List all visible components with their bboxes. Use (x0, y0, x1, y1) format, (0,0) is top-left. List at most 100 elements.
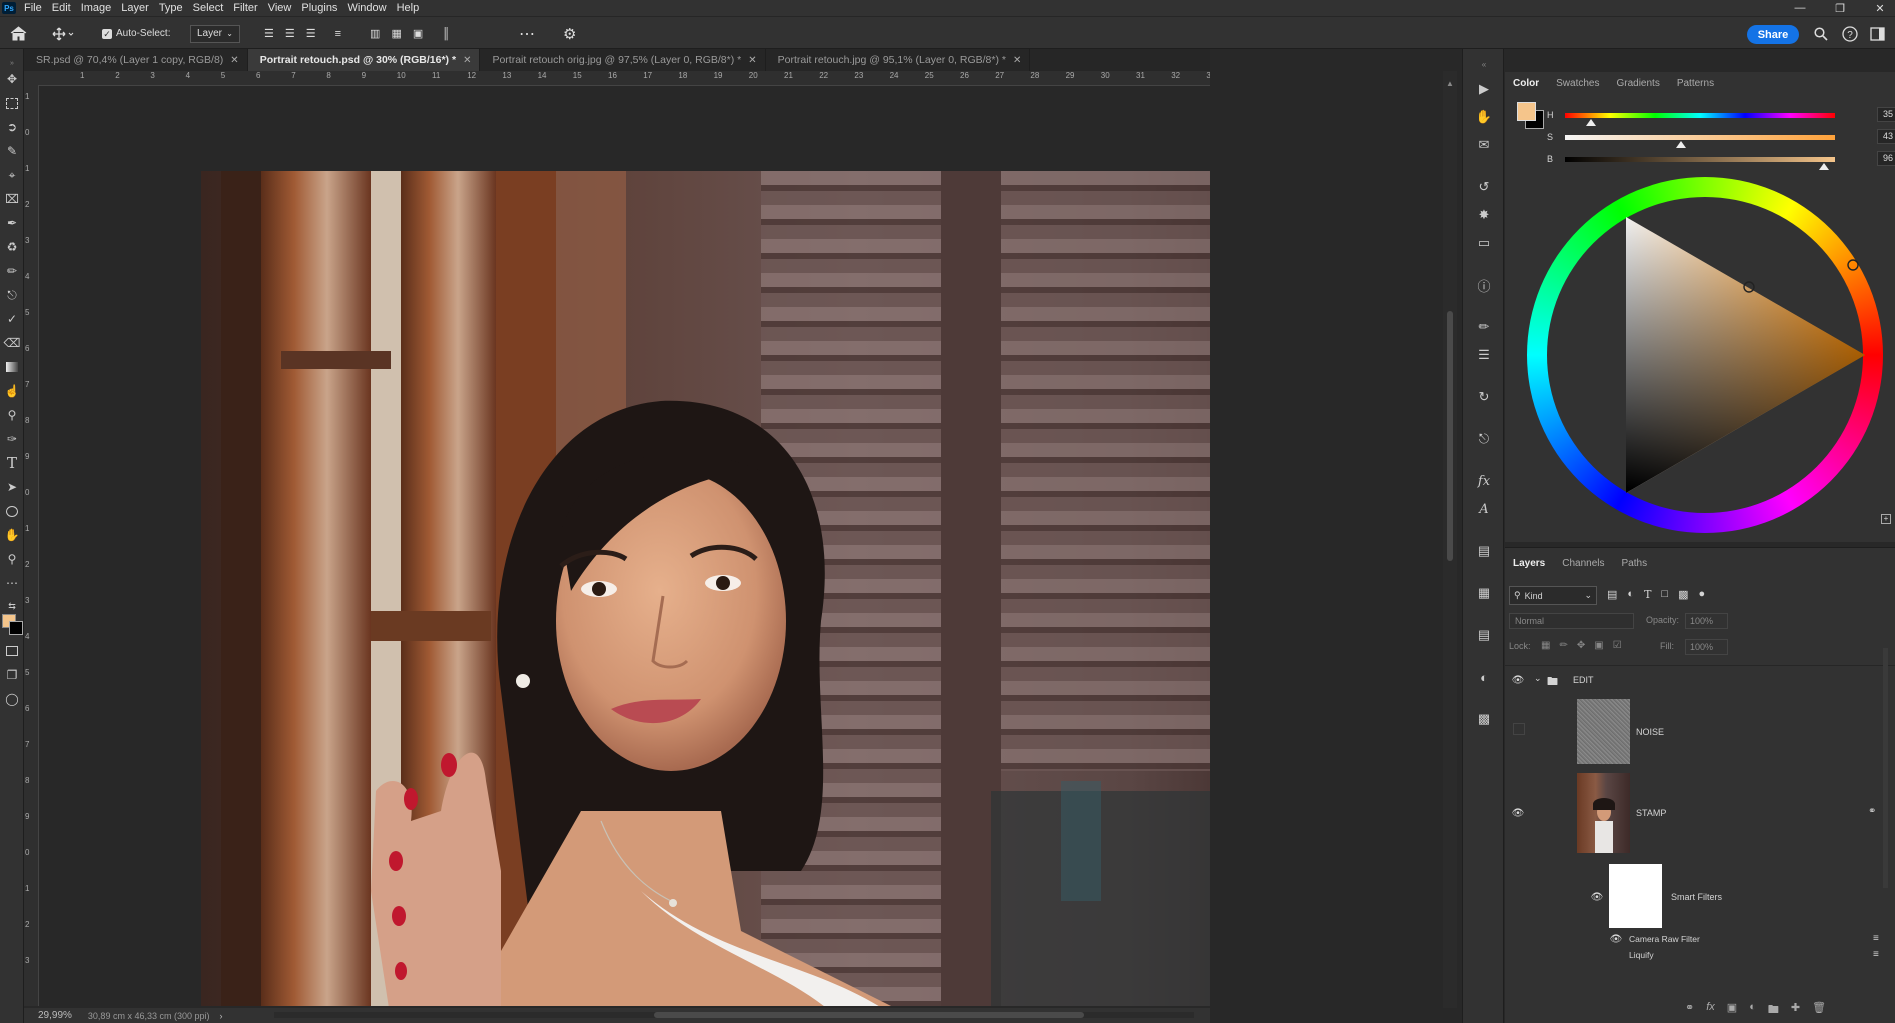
dodge-tool-icon[interactable]: ⚲ (2, 405, 22, 425)
document-tab[interactable]: Portrait retouch.jpg @ 95,1% (Layer 0, R… (766, 49, 1031, 71)
pen-tool-icon[interactable]: ✑ (2, 429, 22, 449)
opacity-field[interactable]: 100% (1685, 613, 1728, 629)
clone-stamp-tool-icon[interactable]: ⎋ (2, 285, 22, 305)
properties-icon[interactable]: ▦ (1474, 583, 1494, 603)
search-icon[interactable] (1814, 17, 1828, 50)
tab-gradients[interactable]: Gradients (1616, 78, 1659, 89)
collapse-panels-icon[interactable]: « (1474, 54, 1494, 74)
notes-icon[interactable]: ▤ (1474, 541, 1494, 561)
document-tab-active[interactable]: Portrait retouch.psd @ 30% (RGB/16*) * ✕ (247, 49, 481, 71)
adjustments-icon[interactable]: ◐ (1474, 667, 1494, 687)
filter-shape-icon[interactable]: □ (1661, 588, 1668, 601)
canvas-area[interactable] (39, 86, 1210, 1006)
auto-select-checkbox[interactable]: ✓ Auto-Select: (102, 17, 170, 50)
align-top-icon[interactable]: ▥ (370, 27, 380, 40)
menu-layer[interactable]: Layer (121, 2, 149, 14)
tab-layers[interactable]: Layers (1513, 558, 1545, 569)
new-group-icon[interactable]: 🖿 (1768, 1001, 1779, 1020)
brush-settings-icon[interactable]: ✸ (1474, 205, 1494, 225)
close-tab-icon[interactable]: ✕ (230, 55, 238, 66)
menu-select[interactable]: Select (193, 2, 224, 14)
menu-view[interactable]: View (268, 2, 292, 14)
info-icon[interactable]: ⓘ (1474, 275, 1494, 295)
zoom-level[interactable]: 29,99% (38, 1010, 72, 1021)
image-assets-icon[interactable]: ▩ (1474, 709, 1494, 729)
saturation-slider-handle[interactable] (1676, 141, 1687, 148)
libraries-icon[interactable]: ▤ (1474, 625, 1494, 645)
align-bottom-icon[interactable]: ▣ (413, 27, 423, 40)
distribute-icon[interactable]: ≡ (335, 28, 341, 40)
menu-type[interactable]: Type (159, 2, 183, 14)
visibility-eye-icon[interactable]: 👁 (1590, 892, 1604, 903)
distribute-vertical-icon[interactable]: ║ (442, 28, 450, 40)
lock-transparent-icon[interactable]: ▦ (1541, 640, 1550, 651)
filter-adjustment-icon[interactable]: ◐ (1627, 588, 1634, 601)
brightness-slider-handle[interactable] (1819, 163, 1830, 170)
align-center-icon[interactable]: ☰ (285, 27, 295, 40)
gear-icon[interactable]: ⚙ (563, 17, 576, 50)
hue-value-field[interactable]: 35 (1877, 107, 1895, 122)
saturation-slider[interactable] (1565, 135, 1835, 140)
lock-artboard-icon[interactable]: ▣ (1594, 640, 1603, 651)
brush-tool-icon[interactable]: ✏ (2, 261, 22, 281)
new-adjustment-icon[interactable]: ◐ (1749, 1001, 1756, 1020)
add-mask-icon[interactable]: ▣ (1727, 1001, 1737, 1020)
layer-row-smart-filters[interactable]: 👁 Smart Filters (1505, 859, 1895, 931)
menu-file[interactable]: File (24, 2, 42, 14)
layer-filter-dropdown[interactable]: ⚲ Kind ⌄ (1509, 586, 1597, 605)
menu-image[interactable]: Image (81, 2, 112, 14)
tab-paths[interactable]: Paths (1622, 558, 1648, 569)
brightness-slider[interactable] (1565, 157, 1835, 162)
quick-mask-icon[interactable] (2, 641, 22, 661)
swap-colors-icon[interactable]: ⇆ (2, 596, 22, 616)
close-tab-icon[interactable]: ✕ (1013, 55, 1021, 66)
close-tab-icon[interactable]: ✕ (463, 55, 471, 66)
eraser-tool-icon[interactable]: ⌫ (2, 333, 22, 353)
hue-slider[interactable] (1565, 113, 1835, 118)
layers-scrollbar[interactable] (1883, 648, 1888, 888)
new-layer-icon[interactable]: ✚ (1791, 1001, 1800, 1020)
visibility-toggle-off[interactable] (1513, 723, 1525, 735)
saturation-value-field[interactable]: 43 (1877, 129, 1895, 144)
close-icon[interactable]: ✕ (1865, 0, 1895, 16)
brushes-icon[interactable]: ✏ (1474, 317, 1494, 337)
filter-smart-object-icon[interactable]: ▩ (1678, 588, 1688, 601)
content-credentials-icon[interactable]: ◯ (2, 689, 22, 709)
status-menu-arrow-icon[interactable]: › (219, 1011, 222, 1021)
tab-patterns[interactable]: Patterns (1677, 78, 1714, 89)
tab-channels[interactable]: Channels (1562, 558, 1604, 569)
menu-plugins[interactable]: Plugins (301, 2, 337, 14)
glyphs-icon[interactable]: A (1474, 499, 1494, 519)
actions-play-icon[interactable]: ▶ (1474, 79, 1494, 99)
lock-pixels-icon[interactable]: ✏ (1559, 640, 1567, 651)
scroll-thumb[interactable] (1447, 311, 1453, 561)
history-brush-tool-icon[interactable]: ✓ (2, 309, 22, 329)
hue-slider-handle[interactable] (1586, 119, 1597, 126)
filter-options-icon[interactable]: ≡ (1873, 933, 1879, 944)
clone-source-icon[interactable]: ↻ (1474, 387, 1494, 407)
visibility-eye-icon[interactable]: 👁 (1609, 934, 1623, 945)
tab-swatches[interactable]: Swatches (1556, 78, 1599, 89)
delete-layer-icon[interactable]: 🗑 (1812, 1001, 1826, 1020)
share-button[interactable]: Share (1747, 25, 1799, 44)
horizontal-scroll-thumb[interactable] (654, 1012, 1084, 1018)
edit-toolbar-icon[interactable]: ⋯ (2, 573, 22, 593)
filter-row-liquify[interactable]: Liquify ≡ (1505, 947, 1895, 963)
eyedropper-tool-icon[interactable]: ✒ (2, 213, 22, 233)
blend-mode-dropdown[interactable]: Normal (1509, 613, 1634, 629)
color-wheel[interactable] (1527, 177, 1887, 537)
document-tab[interactable]: SR.psd @ 70,4% (Layer 1 copy, RGB/8) ✕ (24, 49, 248, 71)
frame-tool-icon[interactable]: ⌧ (2, 189, 22, 209)
horizontal-scrollbar[interactable] (274, 1012, 1194, 1018)
filter-row-camera-raw[interactable]: 👁 Camera Raw Filter ≡ (1505, 931, 1895, 947)
healing-brush-tool-icon[interactable]: ♻ (2, 237, 22, 257)
lock-position-icon[interactable]: ✥ (1577, 640, 1585, 651)
layer-style-fx-icon[interactable]: fx (1706, 1001, 1715, 1020)
filter-type-icon[interactable]: T (1644, 588, 1651, 601)
menu-filter[interactable]: Filter (233, 2, 257, 14)
document-tab[interactable]: Portrait retouch orig.jpg @ 97,5% (Layer… (480, 49, 766, 71)
align-right-icon[interactable]: ☰ (306, 27, 316, 40)
menu-window[interactable]: Window (347, 2, 386, 14)
lasso-tool-icon[interactable]: ➲ (2, 117, 22, 137)
marquee-tool-icon[interactable] (2, 93, 22, 113)
